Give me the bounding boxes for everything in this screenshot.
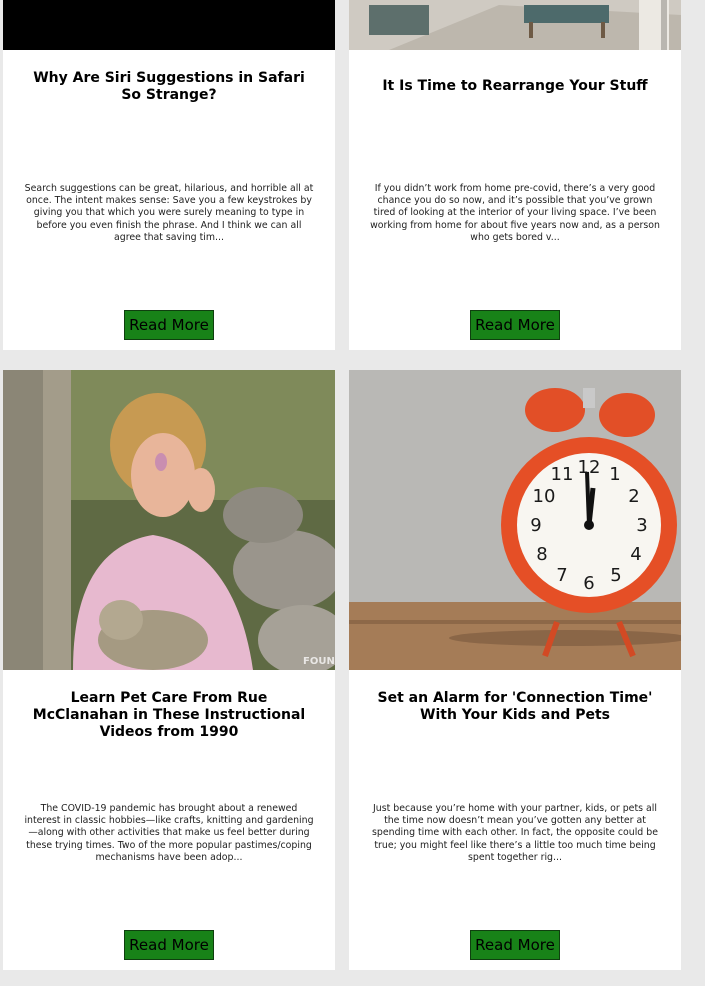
article-card: It Is Time to Rearrange Your Stuff If yo… — [349, 0, 681, 350]
read-more-button[interactable]: Read More — [470, 310, 560, 340]
svg-text:8: 8 — [536, 544, 547, 565]
article-card-body: It Is Time to Rearrange Your Stuff If yo… — [349, 50, 681, 350]
article-excerpt: Search suggestions can be great, hilario… — [24, 183, 314, 243]
article-card: 12 1 2 3 4 5 6 7 8 9 10 11 Set an Alarm … — [349, 370, 681, 970]
article-thumbnail[interactable]: FOUND — [3, 370, 335, 670]
svg-text:11: 11 — [551, 464, 574, 485]
page-right-edge — [705, 0, 718, 986]
article-title[interactable]: It Is Time to Rearrange Your Stuff — [367, 78, 663, 95]
svg-text:10: 10 — [533, 486, 556, 507]
read-more-button[interactable]: Read More — [470, 930, 560, 960]
article-excerpt: The COVID-19 pandemic has brought about … — [24, 803, 314, 863]
article-card-body: Learn Pet Care From Rue McClanahan in Th… — [3, 670, 335, 970]
woman-with-dog-image: FOUND — [3, 370, 335, 670]
article-card-body: Set an Alarm for 'Connection Time' With … — [349, 670, 681, 970]
article-card: Why Are Siri Suggestions in Safari So St… — [3, 0, 335, 350]
svg-text:2: 2 — [628, 486, 639, 507]
article-title[interactable]: Why Are Siri Suggestions in Safari So St… — [21, 70, 317, 104]
svg-text:5: 5 — [610, 565, 621, 586]
found-watermark: FOUND — [303, 656, 335, 667]
svg-text:7: 7 — [556, 565, 567, 586]
read-more-button[interactable]: Read More — [124, 310, 214, 340]
article-thumbnail[interactable] — [349, 0, 681, 50]
article-card-body: Why Are Siri Suggestions in Safari So St… — [3, 50, 335, 350]
svg-text:3: 3 — [636, 515, 647, 536]
video-thumbnail-image — [3, 0, 335, 50]
svg-text:9: 9 — [530, 515, 541, 536]
svg-text:6: 6 — [583, 573, 594, 594]
svg-text:1: 1 — [609, 464, 620, 485]
article-excerpt: If you didn’t work from home pre-covid, … — [370, 183, 660, 243]
read-more-button[interactable]: Read More — [124, 930, 214, 960]
svg-text:4: 4 — [630, 544, 641, 565]
article-title[interactable]: Learn Pet Care From Rue McClanahan in Th… — [21, 690, 317, 741]
living-room-image — [349, 0, 681, 50]
article-title[interactable]: Set an Alarm for 'Connection Time' With … — [367, 690, 663, 724]
alarm-clock-image: 12 1 2 3 4 5 6 7 8 9 10 11 — [349, 370, 681, 670]
article-excerpt: Just because you’re home with your partn… — [372, 803, 658, 863]
article-thumbnail[interactable] — [3, 0, 335, 50]
article-thumbnail[interactable]: 12 1 2 3 4 5 6 7 8 9 10 11 — [349, 370, 681, 670]
article-card: FOUND Learn Pet Care From Rue McClanahan… — [3, 370, 335, 970]
